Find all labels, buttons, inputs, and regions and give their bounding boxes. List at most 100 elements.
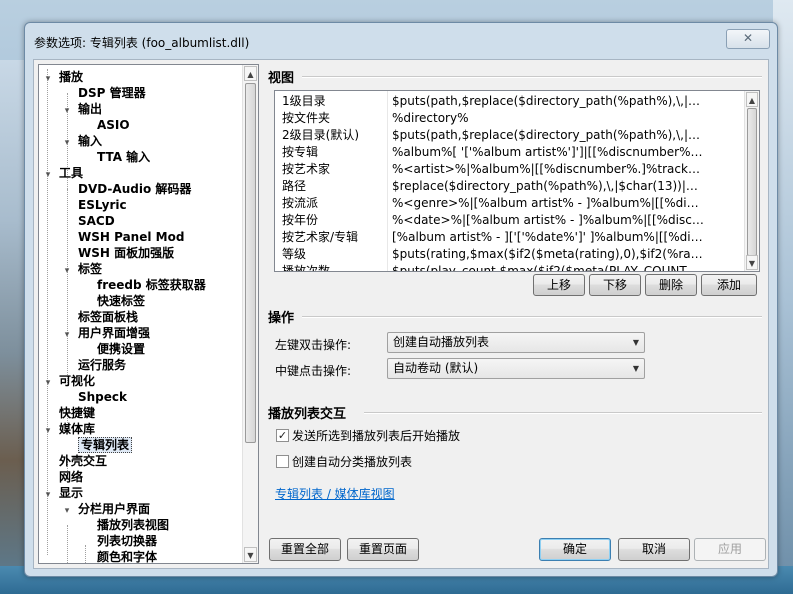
expand-toggle-icon[interactable]: ▾	[43, 487, 53, 503]
tree-item[interactable]: 便携设置	[81, 341, 145, 357]
tree-item[interactable]: ▾ 工具	[43, 165, 83, 181]
scroll-down-icon[interactable]: ▼	[244, 547, 257, 562]
scroll-up-icon[interactable]: ▲	[746, 92, 758, 107]
move-down-button[interactable]: 下移	[589, 274, 641, 296]
tree-item[interactable]: DSP 管理器	[62, 85, 146, 101]
tree-item[interactable]: ▾ 分栏用户界面	[62, 501, 150, 517]
tree-item[interactable]: ▾ 用户界面增强	[62, 325, 150, 341]
view-list-row[interactable]: 按流派 %<genre>%|[%album artist% - ]%album%|…	[275, 195, 743, 212]
send-and-play-checkbox[interactable]: ✓	[276, 429, 289, 442]
tree-item[interactable]: DVD-Audio 解码器	[62, 181, 191, 197]
apply-button[interactable]: 应用	[694, 538, 766, 561]
delete-button[interactable]: 删除	[645, 274, 697, 296]
send-and-play-label: 发送所选到播放列表后开始播放	[292, 429, 461, 443]
tree-item[interactable]: TTA 输入	[81, 149, 150, 165]
tree-item[interactable]: ▾ 输入	[62, 133, 102, 149]
auto-sort-checkbox[interactable]	[276, 455, 289, 468]
expand-toggle-icon[interactable]: ▾	[43, 375, 53, 391]
tree-item[interactable]: ▾ 播放	[43, 69, 83, 85]
tree-item[interactable]: ▾ 标签	[62, 261, 102, 277]
view-section-title: 视图	[268, 71, 295, 86]
tree-item[interactable]: ESLyric	[62, 197, 127, 213]
move-up-button[interactable]: 上移	[533, 274, 585, 296]
view-name-cell: 播放次数	[282, 264, 331, 272]
expand-toggle-icon[interactable]: ▾	[62, 103, 72, 119]
view-list-row[interactable]: 等级 $puts(rating,$max($if2($meta(rating),0…	[275, 246, 743, 263]
view-list-row[interactable]: 按年份 %<date>%|[%album artist% - ]%album%|[…	[275, 212, 743, 229]
tree-item[interactable]: ▾ 显示	[43, 485, 83, 501]
auto-sort-label: 创建自动分类播放列表	[292, 455, 413, 469]
actions-section-title: 操作	[268, 311, 295, 326]
scroll-down-icon[interactable]: ▼	[746, 255, 758, 270]
reset-page-button[interactable]: 重置页面	[347, 538, 419, 561]
album-list-view-link[interactable]: 专辑列表 / 媒体库视图	[275, 485, 395, 502]
add-button[interactable]: 添加	[701, 274, 757, 296]
preferences-tree[interactable]: ▾ 播放 DSP 管理器 ▾ 输出 ASIO ▾ 输入 TTA 输入 ▾ 工具 DVD-Audio 解…	[38, 64, 259, 564]
tree-item-label: WSH 面板加强版	[78, 246, 175, 260]
view-pattern-cell: %directory%	[392, 111, 469, 125]
expand-toggle-icon[interactable]: ▾	[62, 503, 72, 519]
tree-item[interactable]: WSH Panel Mod	[62, 229, 184, 245]
tree-item[interactable]: 颜色和字体	[81, 549, 157, 563]
close-button[interactable]: ✕	[726, 29, 770, 49]
expand-toggle-icon[interactable]: ▾	[62, 327, 72, 343]
tree-item[interactable]: ▾ 媒体库	[43, 421, 95, 437]
view-list-row[interactable]: 按专辑 %album%[ '['%album artist%']']|[[%dis…	[275, 144, 743, 161]
tree-item-label: 输入	[78, 134, 103, 148]
tree-item-label: TTA 输入	[97, 150, 151, 164]
view-list-row[interactable]: 按艺术家 %<artist>%|%album%|[[%discnumber%.]%…	[275, 161, 743, 178]
tree-item[interactable]: 快捷键	[43, 405, 95, 421]
tree-item[interactable]: freedb 标签获取器	[81, 277, 206, 293]
view-pattern-cell: %album%[ '['%album artist%']']|[[%discnu…	[392, 145, 704, 159]
view-list-row[interactable]: 播放次数 $puts(play_count,$max($if2($meta(PLA…	[275, 263, 743, 272]
tree-item[interactable]: 专辑列表	[62, 437, 133, 453]
view-list-scrollbar[interactable]: ▲ ▼	[744, 91, 759, 271]
cancel-button[interactable]: 取消	[618, 538, 690, 561]
section-divider	[302, 316, 762, 318]
tree-item[interactable]: ▾ 可视化	[43, 373, 95, 389]
view-list-row[interactable]: 按文件夹 %directory%	[275, 110, 743, 127]
tree-scroll-thumb[interactable]	[245, 83, 256, 443]
tree-item[interactable]: SACD	[62, 213, 115, 229]
expand-toggle-icon[interactable]: ▾	[43, 423, 53, 439]
tree-item[interactable]: 外壳交互	[43, 453, 107, 469]
tree-item-label: 可视化	[59, 374, 96, 388]
view-list[interactable]: 1级目录 $puts(path,$replace($directory_path(…	[274, 90, 760, 272]
expand-toggle-icon[interactable]: ▾	[43, 167, 53, 183]
view-list-row[interactable]: 1级目录 $puts(path,$replace($directory_path(…	[275, 93, 743, 110]
left-double-click-dropdown[interactable]: 创建自动播放列表 ▼	[387, 332, 645, 353]
scroll-up-icon[interactable]: ▲	[244, 66, 257, 81]
tree-item[interactable]: 运行服务	[62, 357, 126, 373]
middle-click-value: 自动卷动 (默认)	[393, 361, 479, 375]
tree-item-label: WSH Panel Mod	[78, 230, 185, 244]
tree-item-label: 列表切换器	[97, 534, 158, 548]
reset-all-button[interactable]: 重置全部	[269, 538, 341, 561]
expand-toggle-icon[interactable]: ▾	[62, 135, 72, 151]
middle-click-dropdown[interactable]: 自动卷动 (默认) ▼	[387, 358, 645, 379]
tree-item[interactable]: ▾ 输出	[62, 101, 102, 117]
tree-item[interactable]: 快速标签	[81, 293, 145, 309]
tree-item[interactable]: 播放列表视图	[81, 517, 169, 533]
view-list-row[interactable]: 路径 $replace($directory_path(%path%),\,|$c…	[275, 178, 743, 195]
tree-scrollbar[interactable]: ▲ ▼	[242, 65, 258, 563]
tree-item[interactable]: 标签面板栈	[62, 309, 138, 325]
tree-item[interactable]: WSH 面板加强版	[62, 245, 174, 261]
tree-item-label: DSP 管理器	[78, 86, 146, 100]
view-list-scroll-thumb[interactable]	[747, 108, 757, 256]
ok-button[interactable]: 确定	[539, 538, 611, 561]
view-list-row[interactable]: 按艺术家/专辑 [%album artist% - ]['['%date%']' …	[275, 229, 743, 246]
tree-item[interactable]: 网络	[43, 469, 83, 485]
window-title: 参数选项: 专辑列表 (foo_albumlist.dll)	[34, 36, 250, 50]
view-name-cell: 2级目录(默认)	[282, 128, 359, 142]
tree-item[interactable]: 列表切换器	[81, 533, 157, 549]
middle-click-label: 中键点击操作:	[275, 364, 352, 378]
expand-toggle-icon[interactable]: ▾	[62, 263, 72, 279]
tree-item[interactable]: ASIO	[81, 117, 130, 133]
view-list-row[interactable]: 2级目录(默认) $puts(path,$replace($directory_p…	[275, 127, 743, 144]
view-name-cell: 按文件夹	[282, 111, 331, 125]
tree-item[interactable]: Shpeck	[62, 389, 127, 405]
view-name-cell: 按艺术家	[282, 162, 331, 176]
tree-item-label: 颜色和字体	[97, 550, 158, 563]
view-name-cell: 按专辑	[282, 145, 319, 159]
expand-toggle-icon[interactable]: ▾	[43, 71, 53, 87]
